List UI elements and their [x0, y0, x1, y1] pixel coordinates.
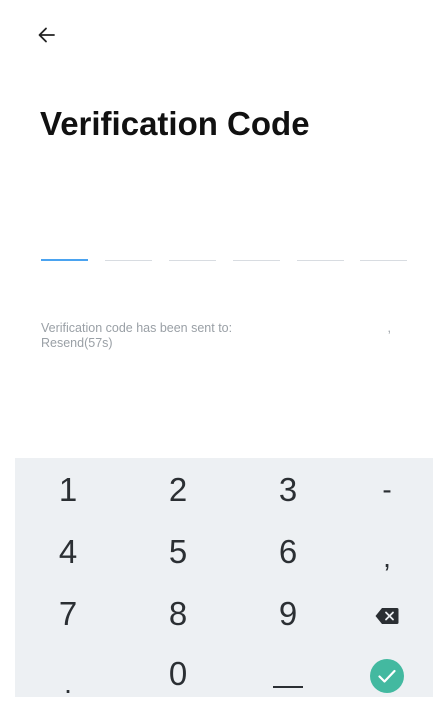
sent-info: Verification code has been sent to: , Re… — [41, 321, 401, 351]
code-digit-4[interactable] — [233, 245, 280, 275]
key-minus[interactable]: - — [352, 464, 422, 516]
key-8[interactable]: 8 — [143, 588, 213, 640]
code-underline — [297, 260, 344, 261]
check-icon — [370, 659, 404, 694]
key-period[interactable]: . — [33, 658, 103, 710]
code-underline — [233, 260, 280, 261]
space-bar-icon — [273, 686, 303, 688]
space-key[interactable] — [253, 648, 323, 700]
key-6[interactable]: 6 — [253, 526, 323, 578]
key-2[interactable]: 2 — [143, 464, 213, 516]
code-digit-2[interactable] — [105, 245, 152, 275]
key-9[interactable]: 9 — [253, 588, 323, 640]
resend-link[interactable]: Resend(57s) — [41, 336, 401, 351]
back-button[interactable] — [34, 22, 60, 48]
arrow-left-icon — [38, 27, 55, 43]
key-3[interactable]: 3 — [253, 464, 323, 516]
key-4[interactable]: 4 — [33, 526, 103, 578]
code-digit-3[interactable] — [169, 245, 216, 275]
numeric-keyboard: 1 2 3 - 4 5 6 , 7 8 9 . 0 — [15, 458, 433, 700]
code-underline — [105, 260, 152, 261]
code-digit-5[interactable] — [297, 245, 344, 275]
key-comma[interactable]: , — [352, 532, 422, 584]
sent-to-text: Verification code has been sent to: — [41, 321, 233, 335]
code-underline — [41, 259, 88, 261]
code-underline — [169, 260, 216, 261]
backspace-key[interactable] — [352, 588, 422, 640]
key-7[interactable]: 7 — [33, 588, 103, 640]
code-digit-1[interactable] — [41, 245, 88, 275]
key-5[interactable]: 5 — [143, 526, 213, 578]
key-0[interactable]: 0 — [143, 648, 213, 700]
sent-to-separator: , — [387, 321, 391, 335]
verification-code-input[interactable] — [41, 245, 407, 275]
code-digit-6[interactable] — [360, 245, 407, 275]
key-1[interactable]: 1 — [33, 464, 103, 516]
page-title: Verification Code — [40, 105, 310, 142]
code-underline — [360, 260, 407, 261]
confirm-key[interactable] — [352, 648, 422, 700]
backspace-icon — [375, 608, 399, 625]
